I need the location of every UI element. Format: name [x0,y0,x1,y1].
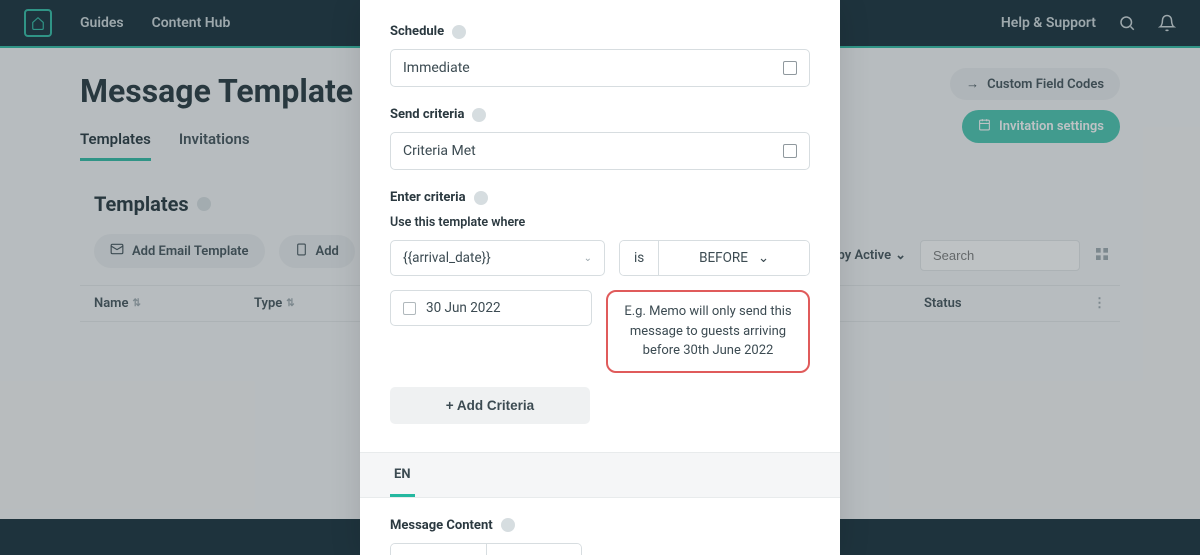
criteria-operator-select[interactable]: BEFORE ⌄ [659,241,809,275]
calendar-icon [403,302,416,315]
criteria-field-select[interactable]: {{arrival_date}} ⌄ [390,240,605,276]
enter-criteria-label: Enter criteria [390,190,810,205]
schedule-label: Schedule [390,24,810,39]
dropdown-icon [783,144,797,158]
use-template-where-label: Use this template where [390,215,810,230]
criteria-date-input[interactable]: 30 Jun 2022 [390,290,592,326]
add-criteria-button[interactable]: + Add Criteria [390,387,590,424]
schedule-select[interactable]: Immediate [390,49,810,87]
send-criteria-select[interactable]: Criteria Met [390,132,810,170]
help-icon[interactable] [452,25,466,39]
criteria-operator-group: is BEFORE ⌄ [619,240,810,276]
language-tabs: EN [360,452,840,498]
criteria-example-callout: E.g. Memo will only send this message to… [606,290,810,373]
help-icon[interactable] [501,518,515,532]
message-content-label: Message Content [390,518,810,533]
send-criteria-label: Send criteria [390,107,810,122]
help-icon[interactable] [474,191,488,205]
template-modal: Schedule Immediate Send criteria Criteri… [360,0,840,555]
tab-field-code[interactable]: Field Code [487,544,580,555]
message-content-tabs: Deep Links Field Code [390,543,582,555]
chevron-down-icon: ⌄ [584,253,592,264]
criteria-is-label: is [620,241,659,275]
help-icon[interactable] [472,108,486,122]
dropdown-icon [783,61,797,75]
lang-tab-en[interactable]: EN [390,453,415,497]
chevron-down-icon: ⌄ [758,250,769,266]
tab-deep-links[interactable]: Deep Links [391,544,487,555]
